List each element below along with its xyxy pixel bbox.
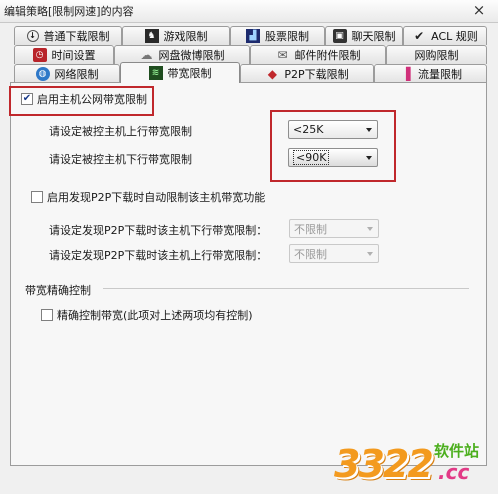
enable-p2p-checkbox[interactable]	[31, 191, 43, 203]
tab-label: 普通下载限制	[43, 30, 110, 43]
precise-group-title: 带宽精确控制	[25, 284, 91, 297]
tab-time-settings[interactable]: ◷ 时间设置	[14, 45, 114, 64]
globe-icon: ◍	[35, 67, 50, 81]
chat-icon: ▣	[332, 29, 347, 43]
game-icon: ♞	[144, 29, 159, 43]
tab-bandwidth[interactable]: ≋ 带宽限制	[120, 62, 240, 83]
tab-game[interactable]: ♞ 游戏限制	[122, 26, 230, 45]
tab-normal-download[interactable]: ↓ 普通下载限制	[14, 26, 122, 45]
tab-mail-attachment[interactable]: ✉ 邮件附件限制	[250, 45, 386, 64]
p2p-download-limit-label: 请设定发现P2P下载时该主机下行带宽限制：	[49, 224, 268, 237]
tab-label: 带宽限制	[167, 67, 212, 80]
enable-p2p-label: 启用发现P2P下载时自动限制该主机带宽功能	[47, 191, 266, 204]
precise-control-label: 精确控制带宽(此项对上述两项均有控制)	[57, 309, 253, 322]
window-title: 编辑策略[限制网速]的内容	[4, 5, 134, 18]
tab-chat[interactable]: ▣ 聊天限制	[325, 26, 403, 45]
tab-label: 股票限制	[265, 30, 309, 43]
tab-label: 游戏限制	[163, 30, 208, 43]
tab-label: P2P下载限制	[284, 68, 349, 81]
tab-label: 邮件附件限制	[294, 49, 361, 62]
p2p-icon: ◆	[267, 67, 277, 81]
p2p-download-limit-value: 不限制	[294, 222, 327, 236]
mail-icon: ✉	[277, 48, 288, 62]
window-titlebar: 编辑策略[限制网速]的内容 ×	[0, 0, 498, 23]
download-icon: ↓	[26, 30, 39, 42]
tab-label: 网盘微博限制	[158, 49, 225, 62]
tab-traffic[interactable]: ▐ 流量限制	[374, 64, 487, 83]
p2p-upload-limit-select[interactable]: 不限制	[289, 244, 379, 263]
traffic-icon: ▐	[401, 67, 411, 81]
tab-acl[interactable]: ✔ ACL 规则	[403, 26, 487, 45]
group-divider	[103, 288, 469, 289]
cloud-icon: ☁	[140, 48, 153, 62]
tab-label: 流量限制	[418, 68, 462, 81]
p2p-upload-limit-label: 请设定发现P2P下载时该主机上行带宽限制：	[49, 249, 268, 262]
acl-icon: ✔	[414, 29, 425, 43]
precise-control-row[interactable]: 精确控制带宽(此项对上述两项均有控制)	[41, 307, 253, 323]
tab-label: 网购限制	[414, 49, 459, 62]
tab-p2p-download[interactable]: ◆ P2P下载限制	[240, 64, 374, 83]
p2p-download-limit-select[interactable]: 不限制	[289, 219, 379, 238]
clock-icon: ◷	[32, 48, 47, 62]
bandwidth-icon: ≋	[148, 66, 163, 80]
stock-icon: ▟	[246, 29, 260, 43]
tab-label: 网络限制	[54, 68, 99, 81]
tab-online-shopping[interactable]: 网购限制	[386, 45, 487, 64]
highlight-box-limits	[270, 110, 396, 182]
tab-label: 聊天限制	[351, 30, 396, 43]
upload-limit-label: 请设定被控主机上行带宽限制	[49, 125, 192, 138]
tab-label: ACL 规则	[431, 30, 478, 43]
enable-p2p-row[interactable]: 启用发现P2P下载时自动限制该主机带宽功能	[31, 189, 265, 205]
tab-label: 时间设置	[51, 49, 96, 62]
chevron-down-icon	[367, 251, 373, 256]
highlight-box-enable	[9, 86, 154, 116]
download-limit-label: 请设定被控主机下行带宽限制	[49, 153, 192, 166]
tab-network[interactable]: ◍ 网络限制	[14, 64, 120, 83]
watermark-number: 3322	[334, 442, 434, 486]
bandwidth-panel: ✔ 启用主机公网带宽限制 请设定被控主机上行带宽限制 <25K 请设定被控主机下…	[10, 82, 487, 466]
precise-control-checkbox[interactable]	[41, 309, 53, 321]
chevron-down-icon	[367, 226, 373, 231]
p2p-upload-limit-value: 不限制	[294, 247, 327, 261]
close-icon[interactable]: ×	[468, 1, 490, 19]
tab-stock[interactable]: ▟ 股票限制	[230, 26, 325, 45]
watermark-site: 软件站	[434, 442, 480, 460]
watermark-logo: 3322 软件站 .cc	[334, 436, 494, 492]
watermark-domain: .cc	[438, 460, 470, 484]
